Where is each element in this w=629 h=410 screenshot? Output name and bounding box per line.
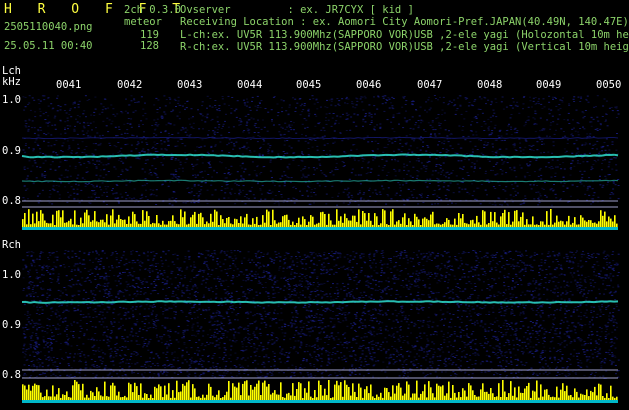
time-tick-0042: 0042	[117, 79, 143, 91]
rch-info-line: R-ch:ex. UV5R 113.900Mhz(SAPPORO VOR)USB…	[180, 41, 629, 53]
location-line: Receiving Location : ex. Aomori City Aom…	[180, 16, 629, 28]
rch-meteor-count: 128	[140, 40, 159, 52]
filename: 2505110040.png	[4, 21, 93, 33]
rch-spectrogram	[22, 250, 620, 379]
time-tick-0045: 0045	[296, 79, 322, 91]
channel-mode: 2ch 0.3.0	[124, 4, 181, 16]
lch-activity-bars	[22, 209, 618, 230]
observer-line: Ovserver : ex. JR7CYX [ kid ]	[180, 4, 414, 16]
guide-lines	[22, 200, 618, 379]
khz-label: kHz	[2, 76, 21, 88]
lch-spectrogram	[22, 95, 620, 206]
rch-tick-1-0: 1.0	[2, 269, 21, 281]
rch-activity-bars	[22, 380, 618, 403]
meteor-label: meteor	[124, 16, 162, 28]
signal-traces	[21, 136, 619, 304]
time-tick-0048: 0048	[477, 79, 503, 91]
time-tick-0046: 0046	[356, 79, 382, 91]
lch-tick-0-9: 0.9	[2, 145, 21, 157]
rch-label: Rch	[2, 239, 21, 251]
time-tick-0049: 0049	[536, 79, 562, 91]
lch-info-line: L-ch:ex. UV5R 113.900Mhz(SAPPORO VOR)USB…	[180, 29, 629, 41]
time-tick-0044: 0044	[237, 79, 263, 91]
rch-tick-0-9: 0.9	[2, 319, 21, 331]
rch-tick-0-8: 0.8	[2, 369, 21, 381]
datetime: 25.05.11 00:40	[4, 40, 93, 52]
time-tick-0047: 0047	[417, 79, 443, 91]
lch-tick-1-0: 1.0	[2, 94, 21, 106]
time-tick-0041: 0041	[56, 79, 82, 91]
lch-label: Lch	[2, 65, 21, 77]
lch-meteor-count: 119	[140, 29, 159, 41]
time-tick-0043: 0043	[177, 79, 203, 91]
time-tick-0050: 0050	[596, 79, 622, 91]
lch-tick-0-8: 0.8	[2, 195, 21, 207]
spectrogram-canvas	[21, 95, 620, 403]
